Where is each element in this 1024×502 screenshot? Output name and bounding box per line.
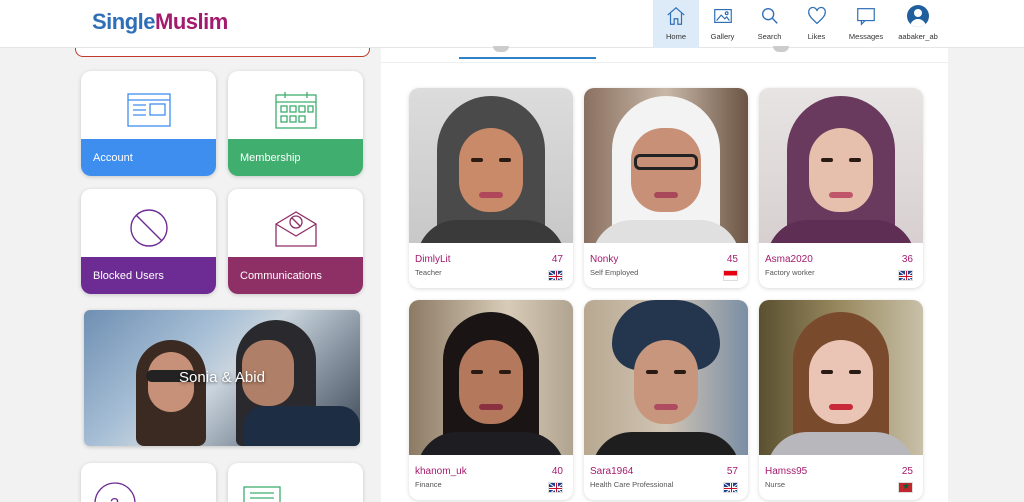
profile-card[interactable]: Nonky 45 Self Employed bbox=[584, 88, 748, 288]
profile-name[interactable]: Asma2020 bbox=[765, 254, 813, 265]
active-tab-indicator bbox=[459, 57, 596, 59]
uk-flag-icon bbox=[898, 270, 913, 281]
profile-photo[interactable] bbox=[409, 88, 573, 243]
account-icon bbox=[126, 93, 171, 127]
profile-occupation: Health Care Professional bbox=[590, 480, 674, 489]
heart-icon bbox=[807, 6, 826, 25]
calendar-icon bbox=[274, 92, 317, 129]
profile-occupation: Self Employed bbox=[590, 268, 639, 277]
help-icon: ? bbox=[94, 482, 136, 502]
profile-occupation: Finance bbox=[415, 480, 442, 489]
tile-account[interactable]: Account bbox=[81, 71, 216, 176]
profile-age: 57 bbox=[726, 466, 738, 477]
tile-membership-label: Membership bbox=[228, 139, 363, 176]
main-nav: Home Gallery Search Likes Messages aabak… bbox=[653, 0, 944, 48]
nav-gallery[interactable]: Gallery bbox=[699, 0, 746, 48]
tile-help[interactable]: ? bbox=[81, 463, 216, 502]
uk-flag-icon bbox=[723, 482, 738, 493]
profile-occupation: Nurse bbox=[765, 480, 786, 489]
profile-name[interactable]: Hamss95 bbox=[765, 466, 807, 477]
nav-messages-label: Messages bbox=[848, 32, 884, 41]
profile-card[interactable]: DimlyLit 47 Teacher bbox=[409, 88, 573, 288]
tile-documents[interactable] bbox=[228, 463, 363, 502]
right-margin bbox=[948, 48, 1024, 502]
tile-communications-label: Communications bbox=[228, 257, 363, 294]
tile-blocked-users-label: Blocked Users bbox=[81, 257, 216, 294]
home-icon bbox=[667, 6, 685, 25]
blocked-icon bbox=[129, 209, 168, 247]
messages-icon bbox=[857, 8, 875, 26]
tile-communications[interactable]: Communications bbox=[228, 189, 363, 294]
nav-search[interactable]: Search bbox=[746, 0, 793, 48]
nav-search-label: Search bbox=[757, 32, 782, 41]
nav-profile-label: aabaker_ab bbox=[898, 32, 938, 41]
profile-name[interactable]: DimlyLit bbox=[415, 254, 451, 265]
logo-text-single: Single bbox=[92, 9, 156, 34]
alert-box bbox=[75, 48, 370, 57]
success-story-banner[interactable]: Sonia & Abid bbox=[84, 310, 360, 446]
profile-occupation: Factory worker bbox=[765, 268, 815, 277]
profile-card[interactable]: khanom_uk 40 Finance bbox=[409, 300, 573, 500]
nav-messages[interactable]: Messages bbox=[840, 0, 892, 48]
profile-card[interactable]: Sara1964 57 Health Care Professional bbox=[584, 300, 748, 500]
nav-profile[interactable]: aabaker_ab bbox=[892, 0, 944, 48]
uk-flag-icon bbox=[548, 270, 563, 281]
envelope-icon bbox=[274, 211, 317, 247]
top-bar: SingleMuslim Home Gallery Search Likes M… bbox=[0, 0, 1024, 48]
tile-blocked-users[interactable]: Blocked Users bbox=[81, 189, 216, 294]
profile-card[interactable]: Hamss95 25 Nurse bbox=[759, 300, 923, 500]
profile-photo[interactable] bbox=[759, 300, 923, 455]
profile-card[interactable]: Asma2020 36 Factory worker bbox=[759, 88, 923, 288]
nav-likes[interactable]: Likes bbox=[793, 0, 840, 48]
morocco-flag-icon bbox=[898, 482, 913, 493]
nav-likes-label: Likes bbox=[807, 32, 826, 41]
profile-age: 40 bbox=[551, 466, 563, 477]
nav-home-label: Home bbox=[665, 32, 686, 41]
document-icon bbox=[243, 486, 281, 502]
profile-age: 36 bbox=[901, 254, 913, 265]
profile-name[interactable]: Sara1964 bbox=[590, 466, 633, 477]
search-icon bbox=[761, 7, 778, 24]
profile-photo[interactable] bbox=[584, 300, 748, 455]
gallery-icon bbox=[713, 8, 732, 24]
nav-gallery-label: Gallery bbox=[710, 32, 735, 41]
banner-jacket bbox=[244, 406, 360, 446]
tile-account-label: Account bbox=[81, 139, 216, 176]
profile-name[interactable]: khanom_uk bbox=[415, 466, 467, 477]
profile-age: 45 bbox=[726, 254, 738, 265]
uk-flag-icon bbox=[548, 482, 563, 493]
profile-photo[interactable] bbox=[584, 88, 748, 243]
tab-marker bbox=[773, 46, 789, 52]
profile-age: 25 bbox=[901, 466, 913, 477]
logo-text-muslim: Muslim bbox=[155, 9, 228, 34]
avatar bbox=[907, 5, 929, 27]
profile-name[interactable]: Nonky bbox=[590, 254, 618, 265]
profile-grid-panel: DimlyLit 47 Teacher Nonky 45 Self Employ… bbox=[381, 46, 948, 502]
banner-caption: Sonia & Abid bbox=[179, 369, 265, 386]
site-logo[interactable]: SingleMuslim bbox=[92, 9, 228, 35]
profile-age: 47 bbox=[551, 254, 563, 265]
tile-membership[interactable]: Membership bbox=[228, 71, 363, 176]
nav-home[interactable]: Home bbox=[653, 0, 699, 48]
tab-marker bbox=[493, 46, 509, 52]
profile-occupation: Teacher bbox=[415, 268, 442, 277]
svg-text:?: ? bbox=[110, 496, 119, 502]
panel-divider bbox=[381, 62, 948, 63]
profile-photo[interactable] bbox=[409, 300, 573, 455]
indonesia-flag-icon bbox=[723, 270, 738, 281]
profile-photo[interactable] bbox=[759, 88, 923, 243]
